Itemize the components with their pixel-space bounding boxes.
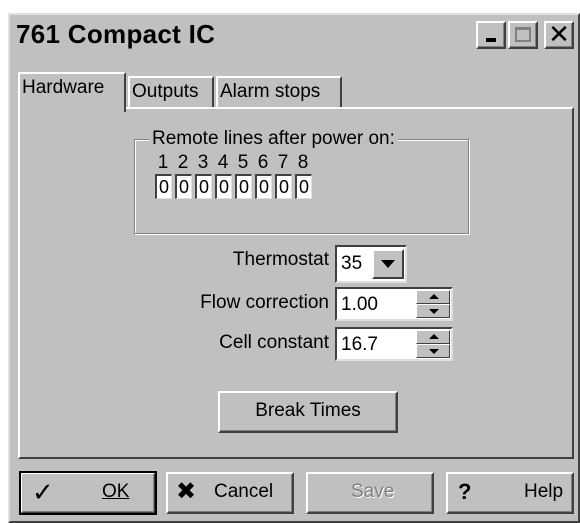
remote-line-3-input[interactable]: 0 xyxy=(195,174,212,199)
line-number: 4 xyxy=(217,152,229,173)
cell-constant-up-button[interactable] xyxy=(416,330,450,344)
cell-constant-spin-buttons xyxy=(416,330,450,358)
flow-correction-spin-buttons xyxy=(416,290,450,318)
x-icon: ✖ xyxy=(176,478,197,505)
title-bar[interactable]: 761 Compact IC ✕ xyxy=(10,15,578,55)
tab-label: Hardware xyxy=(22,77,105,98)
line-number: 3 xyxy=(197,152,209,173)
thermostat-label: Thermostat xyxy=(232,249,329,270)
flow-correction-down-button[interactable] xyxy=(416,304,450,318)
save-button[interactable]: Save xyxy=(306,472,434,514)
flow-correction-label: Flow correction xyxy=(200,292,329,313)
line-number: 1 xyxy=(157,152,169,173)
arrow-down-icon xyxy=(429,309,439,314)
line-number: 2 xyxy=(177,152,189,173)
line-number: 5 xyxy=(237,152,249,173)
cell-constant-down-button[interactable] xyxy=(416,344,450,358)
remote-line-5-input[interactable]: 0 xyxy=(235,174,252,199)
remote-line-7-input[interactable]: 0 xyxy=(275,174,292,199)
remote-line-8-input[interactable]: 0 xyxy=(295,174,312,199)
cell-constant-value: 16.7 xyxy=(341,334,378,355)
thermostat-select[interactable]: 35 xyxy=(335,245,407,283)
cell-constant-stepper[interactable]: 16.7 xyxy=(335,327,453,361)
maximize-icon xyxy=(515,27,531,42)
remote-lines-legend: Remote lines after power on: xyxy=(149,128,398,150)
break-times-label: Break Times xyxy=(255,400,361,421)
tab-outputs[interactable]: Outputs xyxy=(128,76,214,108)
ok-label: OK xyxy=(102,481,130,502)
flow-correction-value: 1.00 xyxy=(341,294,378,315)
chevron-down-icon xyxy=(381,260,395,268)
save-label: Save xyxy=(351,481,395,502)
hardware-panel: Remote lines after power on: 1 2 3 4 5 6… xyxy=(18,107,574,459)
line-number: 8 xyxy=(297,152,309,173)
checkmark-icon: ✓ xyxy=(32,477,54,507)
remote-line-1-input[interactable]: 0 xyxy=(155,174,172,199)
cancel-button[interactable]: ✖ Cancel xyxy=(166,472,294,514)
cancel-label: Cancel xyxy=(214,481,274,502)
minimize-button[interactable] xyxy=(476,21,506,49)
flow-correction-up-button[interactable] xyxy=(416,290,450,304)
cell-constant-label: Cell constant xyxy=(219,332,329,353)
question-icon: ? xyxy=(458,479,472,504)
arrow-down-icon xyxy=(429,349,439,354)
line-number: 7 xyxy=(277,152,289,173)
window-title: 761 Compact IC xyxy=(16,19,216,49)
arrow-up-icon xyxy=(429,334,439,339)
dialog-window: 761 Compact IC ✕ Hardware Outputs Alarm … xyxy=(8,13,580,523)
thermostat-value: 35 xyxy=(341,253,363,274)
remote-line-2-input[interactable]: 0 xyxy=(175,174,192,199)
help-label: Help xyxy=(524,481,564,502)
line-number: 6 xyxy=(257,152,269,173)
help-button[interactable]: ? Help xyxy=(446,472,574,514)
close-icon: ✕ xyxy=(548,19,570,49)
tab-label: Alarm stops xyxy=(220,81,321,102)
close-button[interactable]: ✕ xyxy=(544,21,574,49)
arrow-up-icon xyxy=(429,294,439,299)
tab-alarm-stops[interactable]: Alarm stops xyxy=(216,76,342,108)
maximize-button[interactable] xyxy=(508,21,538,49)
ok-button[interactable]: ✓ OK xyxy=(19,471,157,515)
minimize-icon xyxy=(486,38,496,42)
remote-line-6-input[interactable]: 0 xyxy=(255,174,272,199)
tab-label: Outputs xyxy=(132,81,199,102)
remote-lines-group: Remote lines after power on: 1 2 3 4 5 6… xyxy=(134,128,469,234)
flow-correction-stepper[interactable]: 1.00 xyxy=(335,287,453,321)
break-times-button[interactable]: Break Times xyxy=(218,391,398,433)
tab-hardware[interactable]: Hardware xyxy=(18,72,126,112)
remote-line-4-input[interactable]: 0 xyxy=(215,174,232,199)
thermostat-dropdown-button[interactable] xyxy=(372,249,404,279)
